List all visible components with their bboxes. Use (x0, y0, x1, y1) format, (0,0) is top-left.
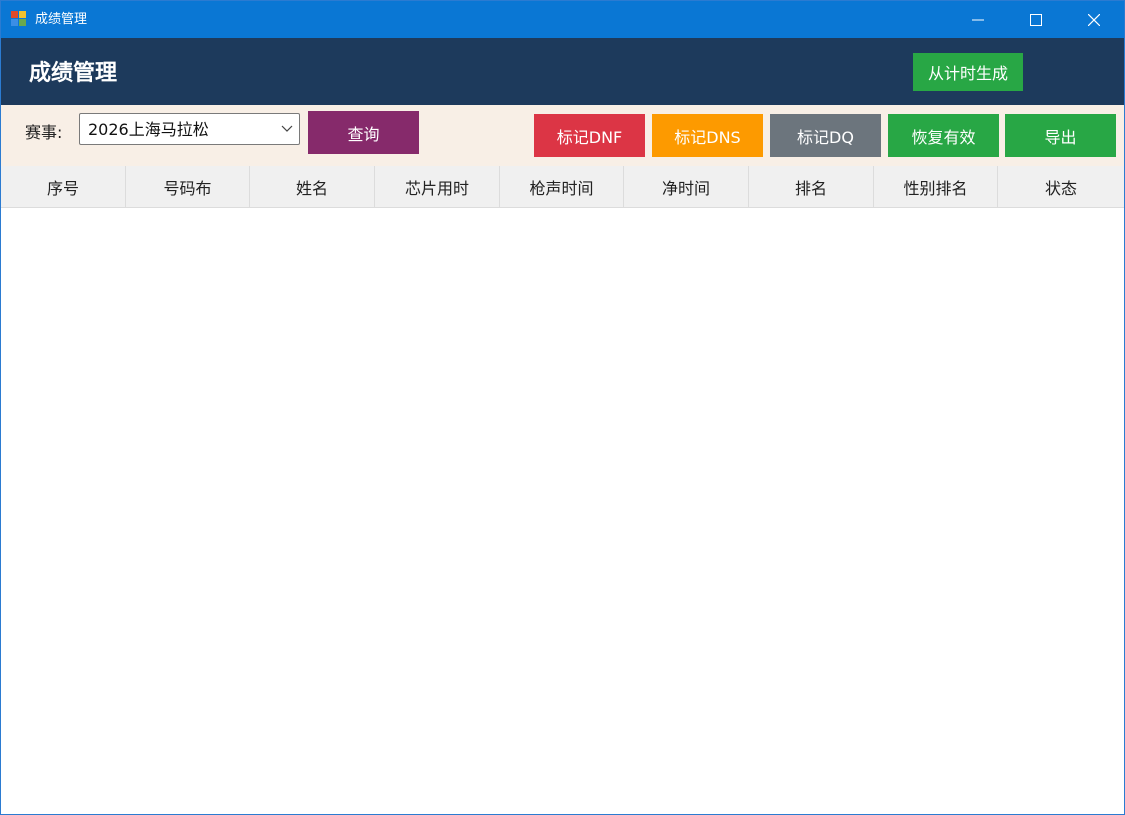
column-header-status[interactable]: 状态 (998, 166, 1124, 207)
app-window: 成绩管理 成绩管理 从计时生成 赛事: 2026上海马拉松 查询 标记DNF 标… (0, 0, 1125, 815)
page-header: 成绩管理 从计时生成 (1, 38, 1124, 105)
generate-from-timing-button[interactable]: 从计时生成 (913, 53, 1023, 91)
minimize-button[interactable] (949, 1, 1007, 38)
mark-dq-button[interactable]: 标记DQ (770, 114, 881, 157)
race-select[interactable]: 2026上海马拉松 (79, 113, 300, 145)
close-icon (1088, 13, 1100, 26)
results-table-header: 序号 号码布 姓名 芯片用时 枪声时间 净时间 排名 性别排名 状态 (1, 166, 1124, 208)
column-header-net-time[interactable]: 净时间 (624, 166, 749, 207)
mark-dnf-button[interactable]: 标记DNF (534, 114, 645, 157)
close-button[interactable] (1065, 1, 1123, 38)
mark-dns-button[interactable]: 标记DNS (652, 114, 763, 157)
restore-valid-button[interactable]: 恢复有效 (888, 114, 999, 157)
export-button[interactable]: 导出 (1005, 114, 1116, 157)
column-header-gun-time[interactable]: 枪声时间 (500, 166, 624, 207)
toolbar: 赛事: 2026上海马拉松 查询 标记DNF 标记DNS 标记DQ 恢复有效 导… (1, 105, 1124, 166)
chevron-down-icon (281, 125, 293, 132)
column-header-chip-time[interactable]: 芯片用时 (375, 166, 500, 207)
window-title: 成绩管理 (35, 12, 88, 27)
title-bar[interactable]: 成绩管理 (1, 1, 1124, 38)
minimize-icon (972, 19, 984, 20)
page-title: 成绩管理 (29, 61, 118, 86)
column-header-index[interactable]: 序号 (1, 166, 126, 207)
column-header-gender-rank[interactable]: 性别排名 (874, 166, 998, 207)
column-header-rank[interactable]: 排名 (749, 166, 874, 207)
results-table-body[interactable] (1, 208, 1124, 814)
column-header-name[interactable]: 姓名 (250, 166, 375, 207)
maximize-button[interactable] (1007, 1, 1065, 38)
column-header-bib[interactable]: 号码布 (126, 166, 250, 207)
race-select-value: 2026上海马拉松 (88, 120, 209, 139)
query-button[interactable]: 查询 (308, 111, 419, 154)
race-label: 赛事: (25, 123, 63, 142)
maximize-icon (1030, 13, 1042, 26)
app-icon (11, 11, 27, 27)
